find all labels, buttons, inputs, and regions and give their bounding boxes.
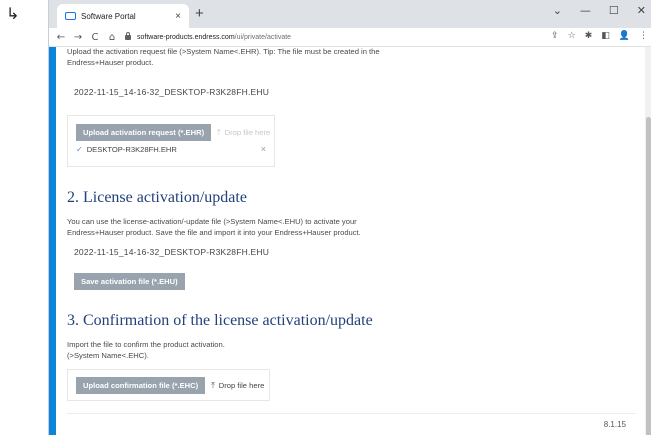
save-activation-file-button[interactable]: Save activation file (*.EHU) [74,273,185,290]
reload-button[interactable]: C [90,32,100,43]
scrollbar-thumb[interactable] [646,117,651,435]
close-window-button[interactable]: ✕ [637,4,646,17]
drop-zone-confirmation[interactable]: ⤒ Drop file here [211,381,264,391]
request-filename: 2022-11-15_14-16-32_DESKTOP-R3K28FH.EHU [74,87,270,97]
url-path: /ui/private/activate [234,33,292,41]
section3-text: Import the file to confirm the product a… [67,340,225,360]
uploaded-filename: DESKTOP-R3K28FH.EHR [86,144,177,154]
activation-filename: 2022-11-15_14-16-32_DESKTOP-R3K28FH.EHU [74,247,270,257]
version-label: 8.1.15 [603,420,626,429]
minimize-button[interactable]: — [580,4,591,17]
tab-search-icon[interactable]: ⌄ [553,4,562,17]
section3-title: 3. Confirmation of the license activatio… [67,312,373,329]
forward-button[interactable]: → [73,32,83,43]
corner-arrow-icon: ↳ [6,4,20,23]
new-tab-button[interactable]: + [195,5,204,22]
tab-software-portal[interactable]: Software Portal × [57,4,189,28]
upload-confirmation-file-button[interactable]: Upload confirmation file (*.EHC) [76,377,206,394]
tab-close-icon[interactable]: × [175,11,181,22]
section2-title: 2. License activation/update [67,189,247,206]
main-content: Upload the activation request file (>Sys… [67,47,636,435]
side-panel-icon[interactable]: ◧ [601,31,610,41]
scrollbar[interactable] [645,47,651,435]
bookmark-star-icon[interactable]: ☆ [568,31,576,41]
profile-icon[interactable]: 👤 [619,31,630,41]
favicon-icon [65,12,76,20]
extensions-icon[interactable]: ✱ [585,31,593,41]
browser-window: Software Portal × + ⌄ — ☐ ✕ ← → C ⌂ soft… [48,0,651,435]
back-button[interactable]: ← [56,32,66,43]
remove-file-icon[interactable]: × [261,144,266,154]
upload-confirmation-card: Upload confirmation file (*.EHC) ⤒ Drop … [67,369,270,401]
maximize-button[interactable]: ☐ [609,4,619,17]
lock-icon [125,31,131,40]
menu-icon[interactable]: ⋮ [639,31,648,41]
page-viewport: Upload the activation request file (>Sys… [49,47,651,435]
drop-zone-request[interactable]: ⤒ Drop file here [217,128,270,138]
intro-text: Upload the activation request file (>Sys… [67,47,380,67]
tab-bar: Software Portal × + ⌄ — ☐ ✕ [49,0,651,28]
check-icon: ✓ [76,144,83,154]
toolbar-icons: ⇪ ☆ ✱ ◧ 👤 ⋮ [551,31,648,41]
window-controls: ⌄ — ☐ ✕ [553,4,646,17]
drop-file-label: Drop file here [224,128,271,137]
browser-toolbar: ← → C ⌂ software-products.endress.com/ui… [49,28,651,47]
tab-title: Software Portal [81,11,136,21]
footer-divider [67,413,636,414]
share-icon[interactable]: ⇪ [551,31,559,41]
home-button[interactable]: ⌂ [107,32,117,43]
drop-file-label: Drop file here [218,381,265,390]
uploaded-file-row: ✓ DESKTOP-R3K28FH.EHR × [76,144,266,154]
address-bar[interactable]: software-products.endress.com/ui/private… [125,31,292,41]
upload-activation-request-button[interactable]: Upload activation request (*.EHR) [76,124,212,141]
url-host: software-products.endress.com [137,33,235,41]
upload-arrow-icon: ⤒ [217,127,221,137]
upload-arrow-icon: ⤒ [211,380,215,390]
upload-request-card: Upload activation request (*.EHR) ⤒ Drop… [67,115,275,167]
left-accent-bar [49,47,56,435]
section2-text: You can use the license-activation/-upda… [67,217,361,237]
